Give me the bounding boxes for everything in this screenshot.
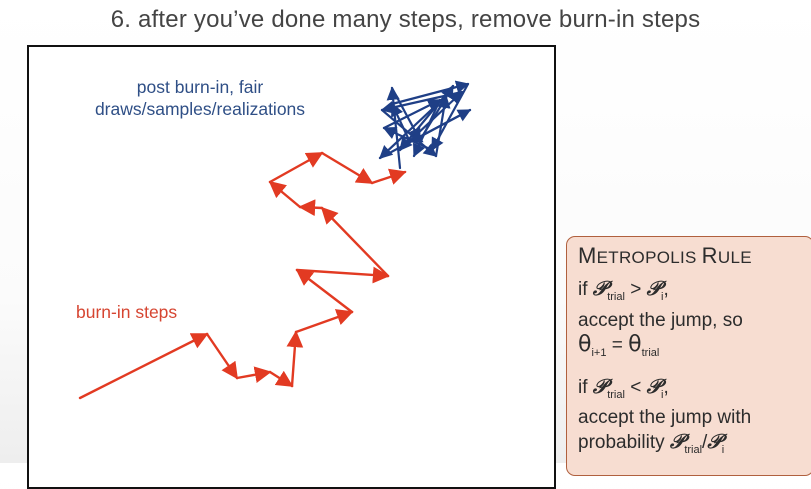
p-symbol: 𝒫 <box>646 375 662 398</box>
rule-case2-condition: if 𝒫trial < 𝒫i, <box>578 375 811 407</box>
sub-trial: trial <box>607 290 625 303</box>
sub-i: i <box>721 444 725 457</box>
burn-in-label: burn-in steps <box>76 302 178 322</box>
greater-sign: > <box>624 279 647 300</box>
burn-in-step-arrow <box>298 199 324 217</box>
burn-in-step-arrow <box>295 266 390 284</box>
rule-case2-probability: probability 𝒫trial/𝒫i <box>578 430 811 462</box>
burn-in-step-arrow <box>268 180 302 209</box>
burn-in-step-arrow <box>370 168 407 185</box>
p-symbol: 𝒫 <box>707 431 722 454</box>
rule-case1-result: θi+1 = θtrial <box>578 331 811 365</box>
rule-title-initial-r: R <box>701 243 718 268</box>
rule-case1-condition: if 𝒫trial > 𝒫i, <box>578 277 811 309</box>
sub-trial: trial <box>641 346 660 359</box>
post-burn-in-path <box>378 80 472 170</box>
sub-i-plus-1: i+1 <box>591 346 607 359</box>
post-burn-in-label-line2: draws/samples/realizations <box>94 99 306 119</box>
p-symbol: 𝒫 <box>646 278 662 300</box>
case1-if: if <box>578 279 593 300</box>
burn-in-step-arrow <box>320 206 390 278</box>
burn-in-step-arrow <box>268 151 324 184</box>
rule-title-rest-2: ULE <box>717 248 752 267</box>
rule-title-rest-1: ETROPOLIS <box>596 248 702 267</box>
burn-in-step-arrow <box>205 332 239 380</box>
post-burn-in-label-line1: post burn-in, fair <box>136 77 264 97</box>
burn-in-step-arrow <box>268 370 294 388</box>
rule-title-initial-m: M <box>578 243 597 268</box>
rule-case1-action: accept the jump, so <box>578 309 743 331</box>
theta-symbol: θ <box>628 331 642 357</box>
p-symbol: 𝒫 <box>669 431 685 454</box>
probability-word: probability <box>578 432 670 454</box>
burn-in-step-arrow <box>235 366 272 383</box>
rule-title: METROPOLIS RULE <box>578 243 811 269</box>
burn-in-step-arrow <box>320 151 374 185</box>
p-symbol: 𝒫 <box>592 375 608 398</box>
sub-trial: trial <box>607 388 625 401</box>
case2-if: if <box>578 376 593 398</box>
comma: , <box>663 376 669 398</box>
metropolis-rule-box: METROPOLIS RULE if 𝒫trial > 𝒫i, accept t… <box>566 236 811 476</box>
equals-sign: = <box>606 334 629 356</box>
less-sign: < <box>624 376 647 398</box>
post-burn-in-label: post burn-in, fair draws/samples/realiza… <box>45 76 355 120</box>
burn-in-step-arrow <box>295 268 354 314</box>
comma: , <box>663 279 669 300</box>
burn-in-steps-path <box>78 151 407 400</box>
theta-symbol: θ <box>578 331 592 357</box>
burn-in-step-arrow <box>286 330 304 388</box>
sub-trial: trial <box>684 444 703 457</box>
rule-case2-action: accept the jump with <box>578 407 752 429</box>
burn-in-step-arrow <box>294 309 354 334</box>
burn-in-step-arrow <box>78 332 209 400</box>
p-symbol: 𝒫 <box>592 278 608 300</box>
